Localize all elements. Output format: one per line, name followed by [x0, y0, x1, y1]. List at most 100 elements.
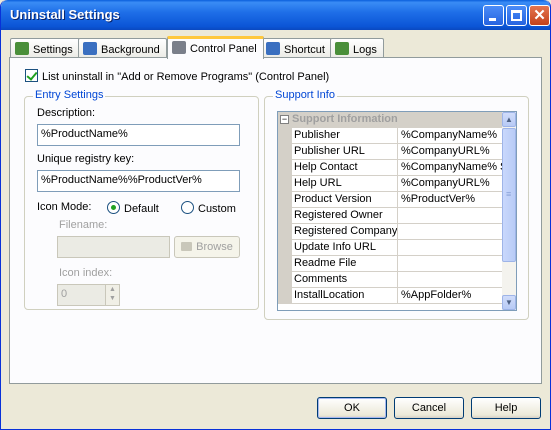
property-key: InstallLocation [292, 288, 398, 304]
maximize-button[interactable] [506, 5, 527, 26]
support-information-category-label: Support Information [292, 113, 398, 125]
folder-icon [181, 242, 193, 251]
spin-up-button[interactable]: ▲ [105, 285, 119, 295]
window-title: Uninstall Settings [10, 7, 120, 22]
icon-index-value: 0 [61, 288, 68, 300]
property-key: Registered Owner [292, 208, 398, 224]
scroll-thumb[interactable] [502, 128, 516, 262]
filename-label: Filename: [59, 219, 108, 231]
registry-key-input[interactable]: %ProductName%%ProductVer% [37, 170, 240, 192]
help-button[interactable]: Help [471, 397, 541, 419]
chevron-down-icon: ▼ [505, 298, 513, 307]
logs-icon [335, 42, 349, 55]
tab-control-panel-label: Control Panel [190, 43, 257, 55]
uninstall-settings-window: Uninstall Settings ✕ Settings Background… [0, 0, 551, 430]
minimize-button[interactable] [483, 5, 504, 26]
property-value[interactable]: %AppFolder% [399, 288, 502, 304]
property-value[interactable]: %CompanyName% Su [399, 160, 502, 176]
property-key: Readme File [292, 256, 398, 272]
minimize-icon [489, 18, 496, 21]
scroll-up-button[interactable]: ▲ [502, 112, 516, 127]
property-row[interactable]: Readme File [278, 256, 502, 272]
property-value[interactable] [399, 240, 502, 256]
radio-unselected-icon [181, 201, 194, 214]
property-key: Help URL [292, 176, 398, 192]
property-key: Update Info URL [292, 240, 398, 256]
spin-down-icon: ▼ [109, 295, 116, 302]
tab-settings[interactable]: Settings [10, 38, 80, 58]
property-row[interactable]: Update Info URL [278, 240, 502, 256]
list-in-control-panel-label: List uninstall in "Add or Remove Program… [42, 71, 330, 83]
background-icon [83, 42, 97, 55]
property-key: Publisher [292, 128, 398, 144]
property-value[interactable]: %CompanyURL% [399, 144, 502, 160]
property-value[interactable]: %CompanyURL% [399, 176, 502, 192]
entry-settings-title: Entry Settings [33, 89, 106, 101]
support-info-title: Support Info [273, 89, 337, 101]
close-button[interactable]: ✕ [529, 5, 550, 26]
maximize-icon [511, 10, 522, 21]
icon-index-label: Icon index: [59, 267, 113, 279]
property-row[interactable]: InstallLocation %AppFolder% [278, 288, 502, 304]
support-information-category[interactable]: − Support Information [278, 112, 502, 128]
tab-logs-label: Logs [353, 44, 377, 56]
close-icon: ✕ [533, 7, 546, 24]
property-key: Product Version [292, 192, 398, 208]
shortcut-icon [266, 42, 280, 55]
filename-input[interactable] [57, 236, 170, 258]
property-value[interactable] [399, 224, 502, 240]
property-value[interactable] [399, 272, 502, 288]
control-panel-page: List uninstall in "Add or Remove Program… [9, 57, 542, 384]
support-info-property-grid: − Support Information Publisher %CompanyNa… [277, 111, 517, 311]
icon-mode-custom-radio[interactable]: Custom [181, 201, 236, 215]
spin-up-icon: ▲ [109, 286, 116, 293]
radio-selected-icon [107, 201, 120, 214]
settings-icon [15, 42, 29, 55]
tab-background[interactable]: Background [78, 38, 167, 58]
icon-mode-label: Icon Mode: [37, 201, 92, 213]
scroll-down-button[interactable]: ▼ [502, 295, 516, 310]
vertical-scrollbar[interactable]: ▲ ▼ [502, 112, 516, 310]
property-row[interactable]: Product Version %ProductVer% [278, 192, 502, 208]
title-bar[interactable]: Uninstall Settings ✕ [1, 0, 550, 30]
property-row[interactable]: Help Contact%CompanyName% Su [278, 160, 502, 176]
property-value[interactable] [399, 208, 502, 224]
property-row[interactable]: Registered Owner [278, 208, 502, 224]
property-row[interactable]: Publisher URL %CompanyURL% [278, 144, 502, 160]
ok-button[interactable]: OK [317, 397, 387, 419]
property-row[interactable]: Comments [278, 272, 502, 288]
tab-logs[interactable]: Logs [330, 38, 384, 58]
icon-mode-default-label: Default [124, 203, 159, 215]
support-info-group: Support Info − Support Information Publis… [264, 89, 529, 320]
checkbox-checked-icon [25, 69, 38, 82]
registry-key-label: Unique registry key: [37, 153, 135, 165]
collapse-icon[interactable]: − [280, 115, 289, 124]
tab-control-panel[interactable]: Control Panel [167, 36, 264, 59]
entry-settings-group: Entry Settings Description: %ProductName… [24, 89, 259, 310]
property-key: Publisher URL [292, 144, 398, 160]
list-in-control-panel-checkbox[interactable]: List uninstall in "Add or Remove Program… [25, 69, 329, 83]
browse-button[interactable]: Browse [174, 236, 240, 258]
property-row[interactable]: Registered Company [278, 224, 502, 240]
description-input[interactable]: %ProductName% [37, 124, 240, 146]
description-label: Description: [37, 107, 96, 119]
tab-shortcut-label: Shortcut [284, 44, 325, 56]
browse-label: Browse [196, 241, 233, 253]
tab-background-label: Background [101, 44, 160, 56]
spin-down-button[interactable]: ▼ [105, 295, 119, 305]
tab-shortcut[interactable]: Shortcut [261, 38, 332, 58]
property-row[interactable]: Publisher %CompanyName% [278, 128, 502, 144]
icon-index-spinner[interactable]: 0 ▲ ▼ [57, 284, 120, 306]
icon-mode-default-radio[interactable]: Default [107, 201, 159, 215]
property-key: Help Contact [292, 160, 398, 176]
control-panel-icon [172, 41, 186, 54]
icon-mode-custom-label: Custom [198, 203, 236, 215]
property-value[interactable]: %ProductVer% [399, 192, 502, 208]
property-value[interactable] [399, 256, 502, 272]
property-key: Comments [292, 272, 398, 288]
cancel-button[interactable]: Cancel [394, 397, 464, 419]
chevron-up-icon: ▲ [505, 115, 513, 124]
tab-settings-label: Settings [33, 44, 73, 56]
property-value[interactable]: %CompanyName% [399, 128, 502, 144]
property-row[interactable]: Help URL %CompanyURL% [278, 176, 502, 192]
